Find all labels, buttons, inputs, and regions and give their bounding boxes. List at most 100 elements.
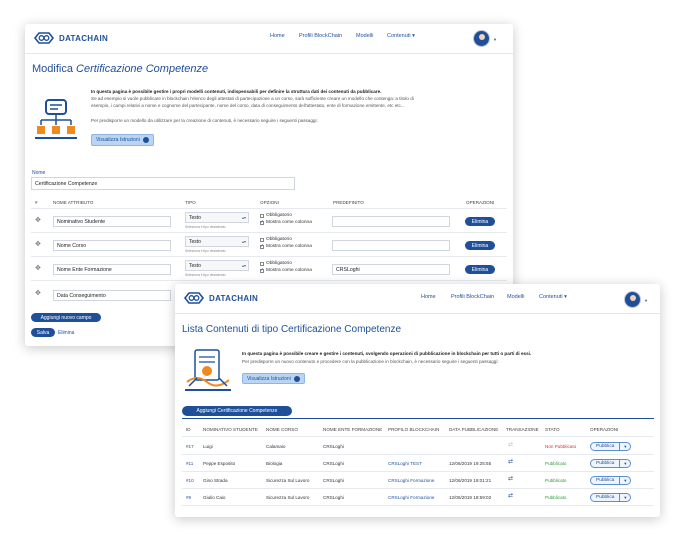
- show-column-checkbox[interactable]: Mostra come colonna: [260, 267, 312, 273]
- row-divider: [182, 471, 654, 472]
- row-student: Luigi: [203, 444, 213, 449]
- blockchain-document-illustration-icon: [185, 349, 231, 391]
- attribute-name-input[interactable]: Nome Ente Formazione: [53, 264, 171, 275]
- delete-model-link[interactable]: Elimina: [58, 330, 74, 336]
- col-nominativo-studente: NOMINATIVO STUDENTE: [203, 427, 258, 432]
- required-checkbox[interactable]: Obbligatorio: [260, 261, 292, 266]
- drag-handle-icon[interactable]: ✥: [35, 264, 41, 272]
- caret-down-icon[interactable]: ▼: [619, 477, 630, 484]
- select-arrows-icon: ▴▾: [241, 263, 246, 268]
- required-checkbox[interactable]: Obbligatorio: [260, 237, 292, 242]
- publish-split-button[interactable]: Pubblica ▼: [590, 442, 632, 451]
- row-date: 12/06/2019 18:59:02: [449, 495, 492, 500]
- nav-contenuti[interactable]: Contenuti ▾: [387, 33, 415, 39]
- delete-row-button[interactable]: Elimina: [465, 217, 495, 226]
- model-structure-illustration-icon: [35, 99, 77, 139]
- attribute-type-select[interactable]: Testo ▴▾: [185, 260, 249, 271]
- info-text-1: Per predisporre un nuovo contenuto e pro…: [242, 359, 499, 364]
- caret-down-icon[interactable]: ▼: [619, 460, 630, 467]
- nav-profili-blockchain[interactable]: Profili BlockChain: [299, 33, 342, 39]
- attribute-type-select[interactable]: Testo ▴▾: [185, 236, 249, 247]
- publish-split-button[interactable]: Pubblica ▼: [590, 476, 632, 485]
- transaction-icon[interactable]: ⇄: [508, 475, 513, 482]
- row-date: 12/06/2019 18:01:21: [449, 478, 492, 483]
- drag-handle-icon[interactable]: ✥: [35, 289, 41, 297]
- user-avatar[interactable]: [473, 30, 490, 47]
- col-operazioni: OPERAZIONI: [590, 427, 619, 432]
- nav-profili-blockchain[interactable]: Profili BlockChain: [451, 294, 494, 300]
- row-id[interactable]: #10: [186, 478, 194, 483]
- brand-logo[interactable]: DATACHAIN: [33, 31, 108, 45]
- status-badge: Pubblicato: [545, 495, 567, 500]
- avatar-chevron-icon[interactable]: ▼: [493, 37, 497, 42]
- row-student: Peppe Esposito: [203, 461, 236, 466]
- row-profile[interactable]: CRSLoghi TEST: [388, 461, 422, 466]
- attribute-name-input[interactable]: Nominativo Studente: [53, 216, 171, 227]
- page-title-prefix: Modifica: [32, 63, 73, 75]
- user-avatar[interactable]: [624, 291, 641, 308]
- publish-label[interactable]: Pubblica: [591, 444, 619, 449]
- info-heading: In questa pagina è possibile gestire i p…: [91, 89, 382, 94]
- row-divider: [182, 454, 654, 455]
- brand-logo[interactable]: DATACHAIN: [183, 291, 258, 305]
- row-id[interactable]: #9: [186, 495, 191, 500]
- attribute-name-input[interactable]: Nome Corso: [53, 240, 171, 251]
- info-text-1: Se ad esempio si vuole pubblicare in blo…: [91, 96, 414, 101]
- publish-label[interactable]: Pubblica: [591, 495, 619, 500]
- transaction-icon[interactable]: ⇄: [508, 492, 513, 499]
- col-data-pubblicazione: DATA PUBBLICAZIONE: [449, 427, 499, 432]
- col-nome-corso: NOME CORSO: [266, 427, 298, 432]
- publish-label[interactable]: Pubblica: [591, 478, 619, 483]
- show-column-checkbox[interactable]: Mostra come colonna: [260, 243, 312, 249]
- info-icon: [293, 375, 300, 382]
- col-id: ID: [186, 427, 191, 432]
- row-date: 12/06/2019 19:25:55: [449, 461, 492, 466]
- model-name-input[interactable]: Certificazione Competenze: [31, 177, 295, 190]
- nav-modelli[interactable]: Modelli: [507, 294, 524, 300]
- datachain-logo-icon: [183, 292, 205, 304]
- save-button[interactable]: Salva: [31, 328, 55, 337]
- table-header-divider: [182, 436, 654, 437]
- show-column-label: Mostra come colonna: [266, 268, 312, 273]
- default-value-input[interactable]: CRSLoghi: [332, 264, 450, 275]
- checkbox-icon: [260, 213, 264, 218]
- publish-label[interactable]: Pubblica: [591, 461, 619, 466]
- nav-home[interactable]: Home: [421, 294, 436, 300]
- transaction-icon[interactable]: ⇄: [508, 458, 513, 465]
- show-column-checkbox[interactable]: Mostra come colonna: [260, 219, 312, 225]
- drag-handle-icon[interactable]: ✥: [35, 240, 41, 248]
- nav-modelli[interactable]: Modelli: [356, 33, 373, 39]
- add-content-button[interactable]: Aggiungi Certificazione Competenze: [182, 406, 292, 416]
- nav-contenuti[interactable]: Contenuti ▾: [539, 294, 567, 300]
- default-value-input[interactable]: [332, 240, 450, 251]
- show-instructions-button[interactable]: Visualizza Istruzioni: [91, 134, 154, 146]
- nav-home[interactable]: Home: [270, 33, 285, 39]
- info-icon: [142, 137, 149, 143]
- row-profile[interactable]: CRSLoghi Formazione: [388, 478, 434, 483]
- avatar-chevron-icon[interactable]: ▼: [644, 298, 648, 303]
- row-profile[interactable]: CRSLoghi Formazione: [388, 495, 434, 500]
- publish-split-button[interactable]: Pubblica ▼: [590, 459, 632, 468]
- attribute-type-select[interactable]: Testo ▴▾: [185, 212, 249, 223]
- row-divider: [182, 488, 654, 489]
- col-stato: STATO: [545, 427, 560, 432]
- attribute-name-input[interactable]: Data Conseguimento: [53, 290, 171, 301]
- drag-handle-icon[interactable]: ✥: [35, 216, 41, 224]
- delete-row-button[interactable]: Elimina: [465, 241, 495, 250]
- required-label: Obbligatorio: [266, 237, 292, 242]
- required-label: Obbligatorio: [266, 213, 292, 218]
- row-ente: CRSLoghi: [323, 478, 344, 483]
- name-label: Nome: [32, 170, 46, 176]
- caret-down-icon[interactable]: ▼: [619, 443, 630, 450]
- caret-down-icon[interactable]: ▼: [619, 494, 630, 501]
- row-id[interactable]: #17: [186, 444, 194, 449]
- delete-row-button[interactable]: Elimina: [465, 265, 495, 274]
- publish-split-button[interactable]: Pubblica ▼: [590, 493, 632, 502]
- show-instructions-button[interactable]: Visualizza Istruzioni: [242, 373, 305, 384]
- row-id[interactable]: #11: [186, 461, 193, 466]
- info-text-2: esempio, i campi relativi a nome e cogno…: [91, 103, 405, 108]
- add-field-button[interactable]: Aggiungi nuovo campo: [31, 313, 101, 322]
- default-value-input[interactable]: [332, 216, 450, 227]
- required-label: Obbligatorio: [266, 261, 292, 266]
- required-checkbox[interactable]: Obbligatorio: [260, 213, 292, 218]
